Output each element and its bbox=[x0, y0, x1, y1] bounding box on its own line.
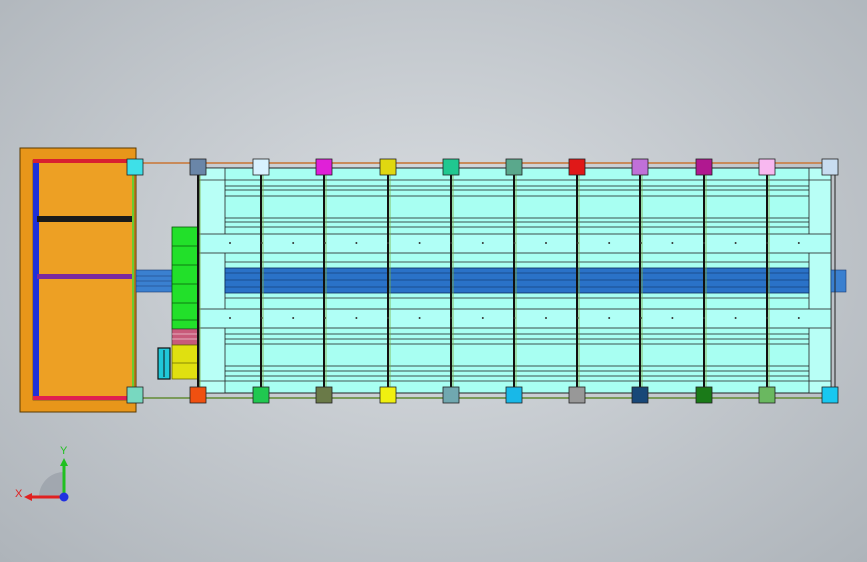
guide-dot bbox=[576, 242, 579, 244]
top-bearing-block[interactable] bbox=[505, 158, 523, 176]
guide-dot bbox=[323, 317, 326, 319]
triad-y-label: Y bbox=[60, 445, 68, 457]
guide-dot bbox=[229, 317, 231, 319]
guide-dot bbox=[387, 242, 389, 244]
guide-dot bbox=[639, 242, 642, 244]
guide-dot bbox=[450, 242, 453, 244]
guide-dot bbox=[703, 242, 705, 244]
guide-dot bbox=[608, 317, 611, 319]
bottom-bearing-block[interactable] bbox=[442, 386, 460, 404]
guide-dot bbox=[355, 242, 358, 244]
guide-dot bbox=[576, 317, 579, 319]
guide-dot bbox=[418, 317, 421, 319]
left-frame-assembly[interactable] bbox=[19, 147, 137, 413]
triad-x-label: X bbox=[15, 488, 23, 500]
bottom-bearing-block[interactable] bbox=[252, 386, 270, 404]
top-bearing-block[interactable] bbox=[631, 158, 649, 176]
guide-dot bbox=[513, 242, 516, 244]
guide-dot bbox=[481, 242, 484, 244]
guide-dot bbox=[481, 317, 484, 319]
left-frame-inner bbox=[32, 159, 135, 401]
cad-drawing-view[interactable] bbox=[0, 0, 867, 562]
bottom-bearing-block[interactable] bbox=[315, 386, 333, 404]
guide-dot bbox=[766, 317, 769, 319]
guide-dot bbox=[229, 242, 231, 244]
axis-triad: X Y bbox=[15, 445, 69, 502]
guide-dot bbox=[323, 242, 326, 244]
bottom-bearing-block[interactable] bbox=[505, 386, 523, 404]
top-bearing-block[interactable] bbox=[758, 158, 776, 176]
top-bearing-block[interactable] bbox=[695, 158, 713, 176]
top-bearing-block[interactable] bbox=[189, 158, 207, 176]
guide-dot bbox=[703, 317, 705, 319]
right-shaft-end bbox=[830, 269, 847, 293]
blue-belt bbox=[224, 267, 810, 294]
frame-red-rail-bottom bbox=[33, 396, 133, 400]
bottom-bearing-block[interactable] bbox=[631, 386, 649, 404]
bottom-bearing-block[interactable] bbox=[695, 386, 713, 404]
triad-y-arrow bbox=[60, 458, 68, 466]
guide-dot bbox=[766, 242, 769, 244]
guide-dot bbox=[387, 317, 389, 319]
top-bearing-block[interactable] bbox=[126, 158, 144, 176]
guide-dot bbox=[260, 242, 263, 244]
guide-dot bbox=[292, 242, 295, 244]
frame-blue-post bbox=[33, 160, 39, 400]
guide-dot bbox=[260, 317, 263, 319]
top-bearing-block[interactable] bbox=[568, 158, 586, 176]
top-bearing-block[interactable] bbox=[315, 158, 333, 176]
guide-dot bbox=[545, 317, 547, 319]
top-bearing-block[interactable] bbox=[442, 158, 460, 176]
guide-dot bbox=[671, 317, 674, 319]
triad-x-arrow bbox=[24, 493, 32, 501]
guide-dot bbox=[734, 317, 737, 319]
bottom-bearing-block[interactable] bbox=[568, 386, 586, 404]
bottom-bearing-block[interactable] bbox=[758, 386, 776, 404]
triad-z-origin bbox=[59, 492, 69, 502]
frame-green-edge bbox=[132, 160, 134, 400]
guide-dot bbox=[734, 242, 737, 244]
left-drive-shaft bbox=[135, 269, 173, 293]
guide-dot bbox=[797, 242, 800, 244]
main-conveyor-body[interactable] bbox=[198, 167, 847, 394]
bottom-bearing-block[interactable] bbox=[126, 386, 144, 404]
conveyor-right-end bbox=[808, 167, 832, 394]
frame-black-beam bbox=[37, 216, 133, 222]
frame-red-rail-top bbox=[33, 159, 133, 163]
guide-dot bbox=[671, 242, 674, 244]
conveyor-left-end bbox=[198, 167, 226, 394]
guide-dot bbox=[355, 317, 358, 319]
triad-quadrant bbox=[39, 472, 64, 497]
bottom-bearing-block[interactable] bbox=[821, 386, 839, 404]
guide-dot bbox=[608, 242, 611, 244]
top-bearing-block[interactable] bbox=[379, 158, 397, 176]
guide-dot bbox=[418, 242, 421, 244]
guide-dot bbox=[450, 317, 453, 319]
control-module-stack[interactable] bbox=[157, 226, 199, 380]
bottom-bearing-block[interactable] bbox=[189, 386, 207, 404]
guide-dot bbox=[513, 317, 516, 319]
guide-dot bbox=[797, 317, 800, 319]
guide-dot bbox=[545, 242, 547, 244]
frame-purple-beam bbox=[37, 274, 133, 279]
guide-dot bbox=[639, 317, 642, 319]
guide-dot bbox=[292, 317, 295, 319]
top-bearing-block[interactable] bbox=[821, 158, 839, 176]
bottom-bearing-block[interactable] bbox=[379, 386, 397, 404]
top-bearing-block[interactable] bbox=[252, 158, 270, 176]
